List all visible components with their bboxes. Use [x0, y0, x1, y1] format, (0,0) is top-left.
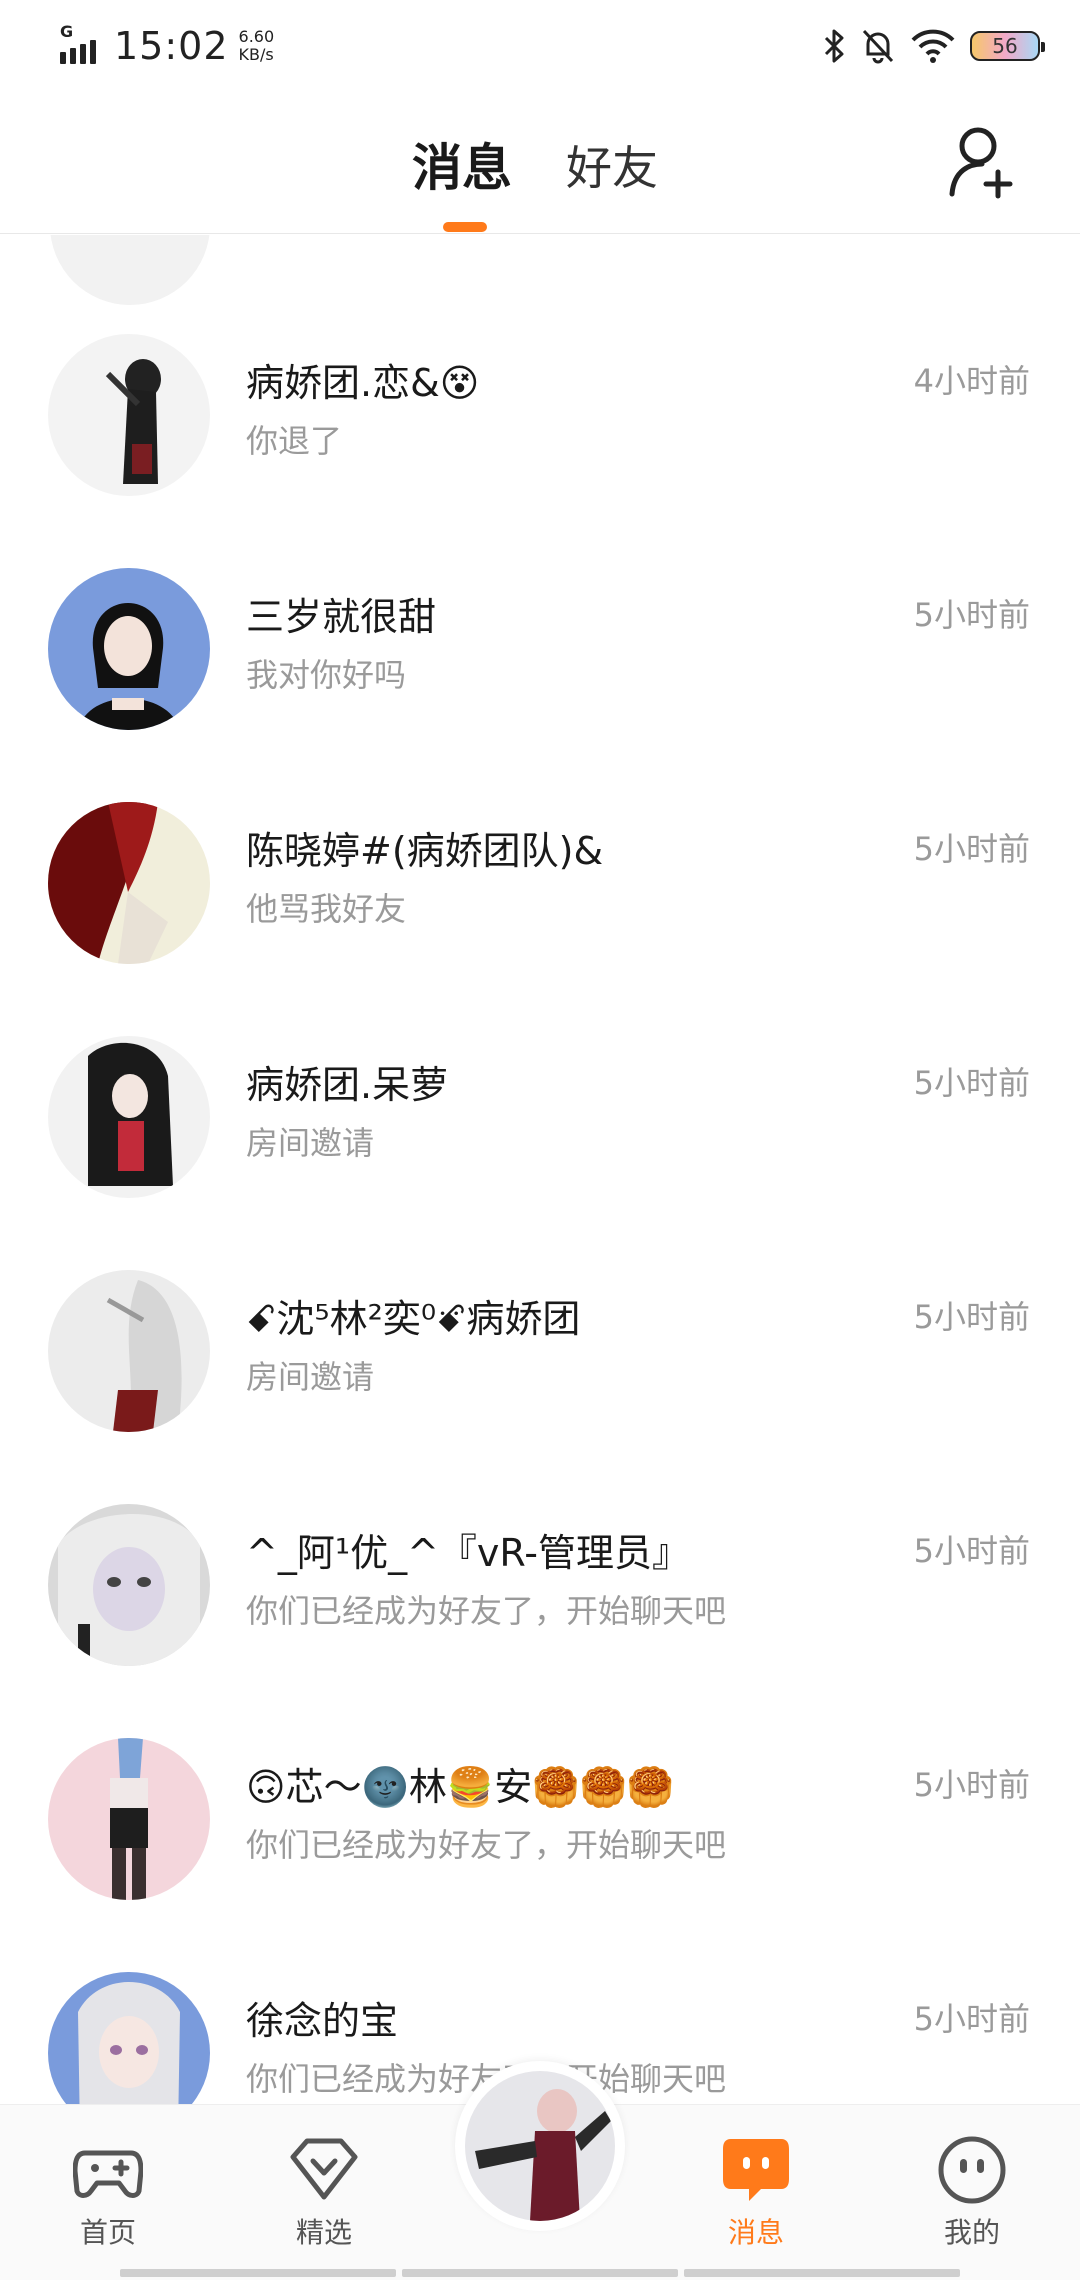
avatar[interactable] — [48, 1972, 210, 2105]
nav-featured[interactable]: 精选 — [254, 2105, 394, 2280]
conversation-time: 5小时前 — [913, 596, 1030, 634]
add-person-icon[interactable] — [948, 124, 1018, 200]
network-type: G — [60, 22, 74, 41]
bell-off-icon — [862, 29, 894, 64]
conversation-time: 5小时前 — [913, 1298, 1030, 1336]
conversation-time: 5小时前 — [913, 830, 1030, 868]
bottom-navigation: 首页 精选 消息 我的 — [0, 2061, 1080, 2280]
conversation-preview: 房间邀请 — [246, 1358, 375, 1396]
conversation-item[interactable]: 🙃芯～🌚林🍔安🥮🥮🥮 你们已经成为好友了，开始聊天吧 5小时前 — [0, 1738, 1080, 1972]
nav-profile[interactable]: 我的 — [902, 2105, 1042, 2280]
network-speed-value: 6.60 — [238, 27, 275, 46]
conversation-time: 5小时前 — [913, 1766, 1030, 1804]
network-speed: 6.60 KB/s — [239, 28, 275, 64]
conversation-item[interactable]: 病娇团.呆萝 房间邀请 5小时前 — [0, 1036, 1080, 1270]
nav-label: 精选 — [295, 2216, 352, 2249]
nav-label: 首页 — [79, 2216, 136, 2249]
avatar[interactable] — [48, 1504, 210, 1666]
top-tab-bar: 消息 好友 — [0, 90, 1080, 234]
avatar[interactable] — [48, 568, 210, 730]
conversation-preview: 你退了 — [246, 422, 343, 460]
active-tab-indicator — [443, 222, 487, 232]
battery-icon: 56 — [970, 31, 1045, 61]
nav-messages[interactable]: 消息 — [686, 2105, 826, 2280]
conversation-preview: 我对你好吗 — [246, 656, 407, 694]
conversation-name: 病娇团.恋&😵 — [246, 361, 480, 405]
conversation-name: ^_阿¹优_^『vR-管理员』 — [246, 1531, 690, 1575]
gamepad-icon — [73, 2150, 143, 2198]
conversation-item[interactable]: 三岁就很甜 我对你好吗 5小时前 — [0, 568, 1080, 802]
network-speed-unit: KB/s — [238, 45, 274, 64]
conversation-name: ꗃ沈⁵林²奕⁰ꗄ病娇团 — [246, 1297, 581, 1341]
nav-label: 消息 — [727, 2216, 784, 2249]
battery-level: 56 — [992, 34, 1018, 58]
avatar[interactable] — [48, 1738, 210, 1900]
avatar[interactable] — [48, 1270, 210, 1432]
system-navigation-bar — [120, 2269, 960, 2277]
clock: 15:02 — [114, 24, 229, 68]
tab-messages[interactable]: 消息 — [412, 128, 512, 200]
nav-home[interactable]: 首页 — [38, 2105, 178, 2280]
face-icon — [938, 2136, 1006, 2204]
nav-label: 我的 — [943, 2216, 1000, 2249]
conversation-name: 🙃芯～🌚林🍔安🥮🥮🥮 — [246, 1765, 675, 1809]
conversation-item[interactable]: ꗃ沈⁵林²奕⁰ꗄ病娇团 房间邀请 5小时前 — [0, 1270, 1080, 1504]
bluetooth-icon — [824, 29, 844, 63]
conversation-item[interactable]: ^_阿¹优_^『vR-管理员』 你们已经成为好友了，开始聊天吧 5小时前 — [0, 1504, 1080, 1738]
conversation-time: 5小时前 — [913, 2000, 1030, 2038]
avatar[interactable] — [48, 1036, 210, 1198]
tab-friends[interactable]: 好友 — [566, 132, 658, 198]
conversation-preview: 你们已经成为好友了，开始聊天吧 — [246, 1826, 727, 1864]
heart-diamond-icon — [290, 2138, 358, 2200]
conversation-preview: 他骂我好友 — [246, 890, 407, 928]
conversation-name: 陈晓婷#(病娇团队)& — [246, 829, 604, 873]
chat-bubble-icon — [723, 2139, 789, 2201]
avatar[interactable] — [48, 334, 210, 496]
conversation-item[interactable]: 病娇团.恋&😵 你退了 4小时前 — [0, 334, 1080, 568]
avatar[interactable] — [48, 802, 210, 964]
wifi-icon — [911, 29, 955, 63]
conversation-item[interactable]: 陈晓婷#(病娇团队)& 他骂我好友 5小时前 — [0, 802, 1080, 1036]
conversation-time: 4小时前 — [913, 362, 1030, 400]
conversation-name: 病娇团.呆萝 — [246, 1063, 449, 1107]
status-bar: G 15:02 6.60 KB/s 56 — [0, 0, 1080, 90]
conversation-name: 三岁就很甜 — [246, 595, 437, 639]
conversation-preview: 房间邀请 — [246, 1124, 375, 1162]
conversation-name: 徐念的宝 — [246, 1999, 399, 2043]
conversation-list[interactable]: 病娇团.恋&😵 你退了 4小时前 三岁就很甜 我对你好吗 5小时前 陈晓婷#(病… — [0, 235, 1080, 2105]
cellular-signal-icon: G — [58, 22, 104, 66]
conversation-time: 5小时前 — [913, 1064, 1030, 1102]
conversation-time: 5小时前 — [913, 1532, 1030, 1570]
avatar[interactable] — [50, 235, 210, 305]
conversation-preview: 你们已经成为好友了，开始聊天吧 — [246, 1592, 727, 1630]
center-avatar-button[interactable] — [455, 2061, 625, 2231]
